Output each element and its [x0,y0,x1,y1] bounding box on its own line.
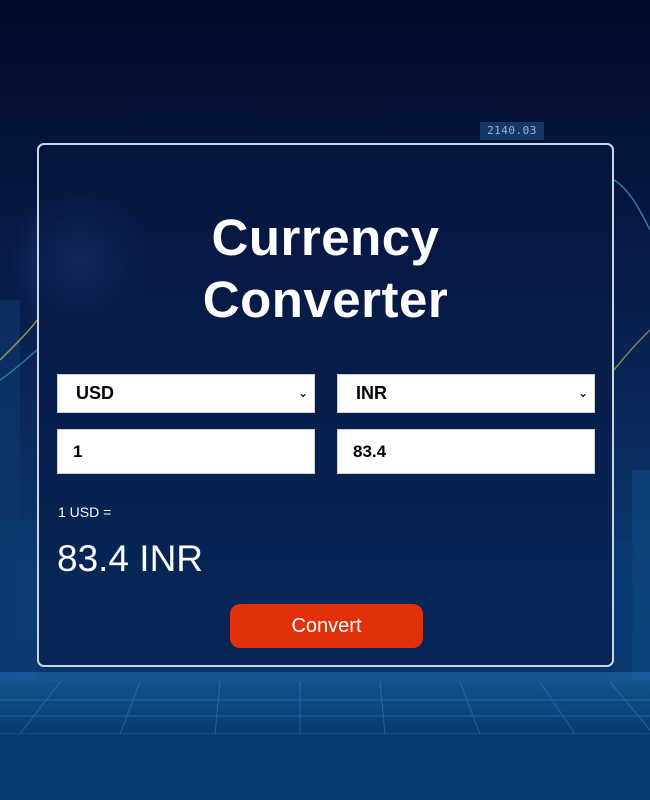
rate-value: 83.4 INR [57,538,204,579]
title-line-2: Converter [202,271,449,328]
ticker-value: 2140.03 [480,122,544,140]
converter-card: Currency Converter USD ⌄ INR ⌄ 1 83.4 1 … [37,143,614,667]
convert-button[interactable]: Convert [230,604,423,648]
page-title: Currency Converter [39,207,612,331]
from-currency-value: USD [76,383,115,403]
title-line-1: Currency [211,209,440,266]
result-input[interactable]: 83.4 [337,429,595,474]
rate-label: 1 USD = [58,504,112,520]
to-currency-value: INR [356,383,387,403]
chevron-down-icon: ⌄ [297,386,308,400]
chevron-down-icon: ⌄ [577,386,588,400]
to-currency-select[interactable]: INR ⌄ [337,374,595,413]
amount-input[interactable]: 1 [57,429,315,474]
from-currency-select[interactable]: USD ⌄ [57,374,315,413]
